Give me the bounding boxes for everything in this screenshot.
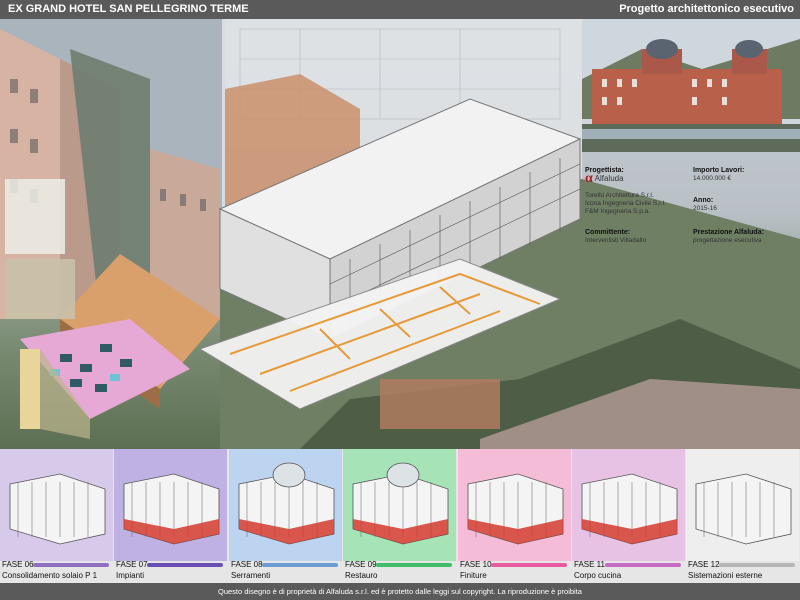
phase-image [229,449,342,561]
designer-firm: Icona Ingegneria Civile S.r.l. [585,199,666,207]
phase-image [686,449,799,561]
phase-building-sketch [343,449,456,561]
phases-strip: FASE 06 Consolidamento solaio P 1 FASE 0… [0,449,800,583]
phase-name: Serramenti [231,571,271,580]
phase-code: FASE 08 [231,560,263,569]
phase-09: FASE 09 Restauro [343,449,457,583]
phase-name: Sistemazioni esterne [688,571,763,580]
year-value: 2015-16 [693,205,717,212]
service-block: Prestazione Alfaluda: progettazione esec… [693,229,797,245]
service-label: Prestazione Alfaluda: [693,229,764,236]
client-value: Interventisti Villadalto [585,237,647,244]
phase-name: Finiture [460,571,487,580]
phase-name: Impianti [116,571,145,580]
designer-firm: F&M Ingegneria S.p.a. [585,207,651,215]
phase-color-bar [376,563,452,567]
phase-color-bar [33,563,109,567]
phase-code: FASE 09 [345,560,377,569]
phase-name: Consolidamento solaio P 1 [2,571,98,580]
year-block: Anno: 2015-16 [693,197,797,213]
designer-block: Progettista: α Alfaluda Torello Architet… [585,167,693,216]
phase-image [458,449,571,561]
phase-color-bar [605,563,681,567]
phase-building-sketch [686,449,799,561]
hotel-photo [582,19,800,152]
cost-value: 14.000.000 € [693,175,731,182]
project-subtitle: Progetto architettonico esecutivo [619,3,794,15]
phase-name: Restauro [345,571,378,580]
phase-color-bar [491,563,567,567]
client-label: Committente: [585,229,631,236]
phase-image [572,449,685,561]
project-title: EX GRAND HOTEL SAN PELLEGRINO TERME [8,3,249,15]
service-value: progettazione esecutiva [693,237,762,244]
copyright-footer: Questo disegno è di proprietà di Alfalud… [0,583,800,600]
designer-logo: α Alfaluda [585,171,693,186]
designer-firm: Torello Architettura S.r.l. [585,191,654,199]
phase-code: FASE 07 [116,560,148,569]
hotel-photo-image [582,19,800,152]
phase-code: FASE 12 [688,560,720,569]
project-info: Progettista: α Alfaluda Torello Architet… [582,152,800,252]
phase-building-sketch [229,449,342,561]
phase-11: FASE 11 Corpo cucina [572,449,686,583]
phase-color-bar [719,563,795,567]
phase-name: Corpo cucina [574,571,622,580]
phase-image [0,449,113,561]
title-bar: EX GRAND HOTEL SAN PELLEGRINO TERME Prog… [0,0,800,19]
client-block: Committente: Interventisti Villadalto [585,229,693,245]
cost-block: Importo Lavori: 14.000.000 € [693,167,797,183]
phase-image [114,449,227,561]
phase-12: FASE 12 Sistemazioni esterne [686,449,800,583]
phase-code: FASE 10 [460,560,492,569]
phase-building-sketch [114,449,227,561]
phase-building-sketch [0,449,113,561]
designer-logo-text: Alfaluda [594,174,624,183]
phase-code: FASE 06 [2,560,34,569]
cost-label: Importo Lavori: [693,167,745,174]
phase-color-bar [262,563,338,567]
phase-building-sketch [572,449,685,561]
phase-07: FASE 07 Impianti [114,449,228,583]
alfaluda-logo-icon: α [585,171,593,186]
phase-building-sketch [458,449,571,561]
phase-image [343,449,456,561]
phase-10: FASE 10 Finiture [458,449,572,583]
phase-06: FASE 06 Consolidamento solaio P 1 [0,449,114,583]
phase-code: FASE 11 [574,560,605,569]
phase-08: FASE 08 Serramenti [229,449,343,583]
phase-color-bar [147,563,223,567]
year-label: Anno: [693,197,714,204]
